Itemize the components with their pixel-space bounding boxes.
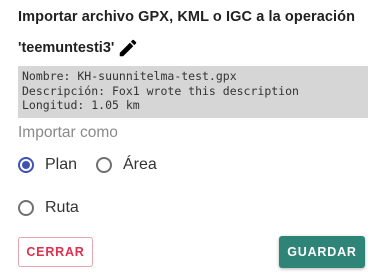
close-button[interactable]: CERRAR [18, 237, 93, 267]
operation-name: 'teemuntesti3' [18, 40, 115, 56]
operation-name-row: 'teemuntesti3' [18, 37, 139, 59]
file-length-line: Longitud: 1.05 km [22, 98, 140, 112]
radio-route-label[interactable]: Ruta [45, 199, 79, 217]
file-description-line: Descripción: Fox1 wrote this description [22, 83, 299, 98]
radio-route-circle[interactable] [18, 200, 34, 216]
file-name-line: Nombre: KH-suunnitelma-test.gpx [22, 69, 237, 83]
pencil-icon[interactable] [117, 37, 139, 59]
file-info-box: Nombre: KH-suunnitelma-test.gpx Descripc… [18, 66, 368, 118]
radio-area[interactable]: Área [96, 156, 157, 174]
radio-route[interactable]: Ruta [18, 199, 79, 217]
radio-selected-dot [22, 161, 30, 169]
radio-plan-circle[interactable] [18, 157, 34, 173]
dialog-title: Importar archivo GPX, KML o IGC a la ope… [18, 9, 356, 25]
import-as-label: Importar como [18, 124, 118, 141]
radio-plan-label[interactable]: Plan [45, 156, 77, 174]
save-button[interactable]: GUARDAR [279, 236, 365, 268]
radio-area-circle[interactable] [96, 157, 112, 173]
radio-area-label[interactable]: Área [123, 156, 157, 174]
radio-plan[interactable]: Plan [18, 156, 77, 174]
